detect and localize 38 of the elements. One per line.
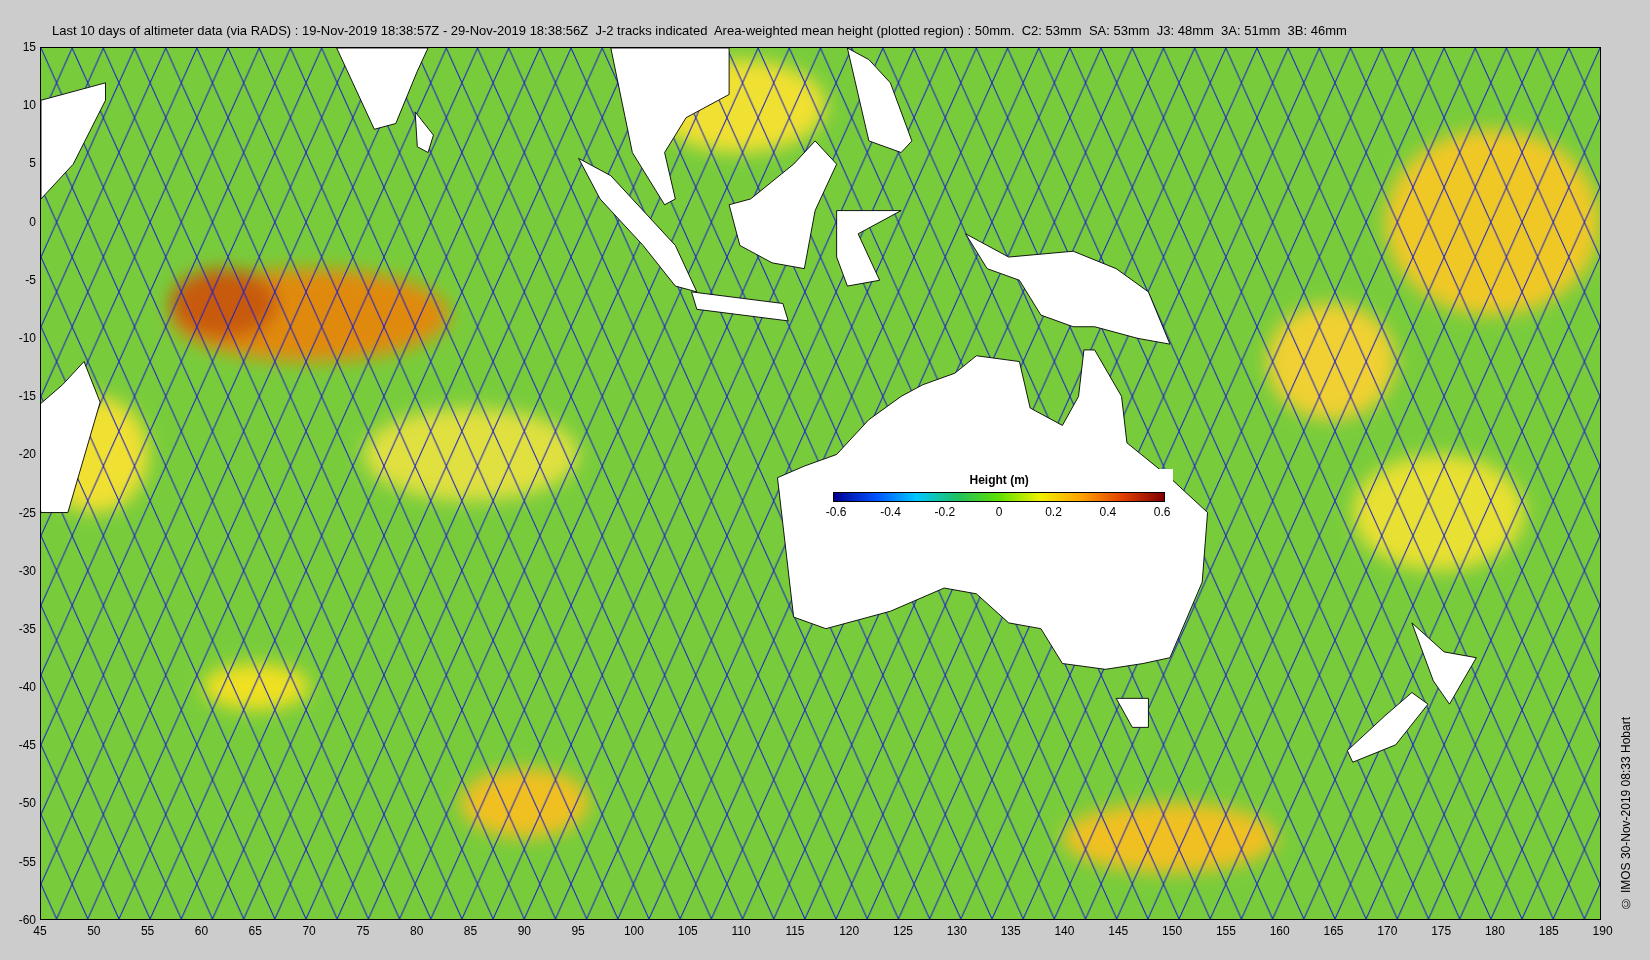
- y-tick-label: 15: [22, 40, 36, 54]
- x-tick-label: 50: [86, 924, 102, 938]
- colorbar-title: Height (m): [969, 472, 1029, 487]
- y-tick-label: -55: [18, 854, 36, 869]
- y-tick-label: 10: [22, 98, 36, 113]
- y-tick-label: -40: [18, 680, 36, 695]
- x-tick-label: 60: [193, 924, 210, 938]
- x-tick-label: 70: [301, 924, 317, 938]
- x-tick-label: 80: [409, 924, 425, 938]
- x-tick-label: 45: [32, 924, 48, 938]
- x-tick-label: 95: [570, 924, 586, 938]
- y-tick-label: -25: [18, 505, 36, 520]
- y-tick-label: 5: [29, 156, 36, 171]
- x-tick-label: 65: [247, 924, 263, 938]
- x-tick-label: 85: [462, 924, 479, 938]
- y-tick-label: -30: [18, 563, 36, 578]
- credit-text: © IMOS 30-Nov-2019 08:33 Hobart: [1618, 716, 1633, 910]
- colorbar-tick-label: 0.2: [1044, 504, 1063, 519]
- y-tick-label: -15: [18, 389, 36, 404]
- y-tick-label: -5: [25, 272, 36, 287]
- y-tick-label: -60: [18, 912, 36, 927]
- figure-title: Last 10 days of altimeter data (via RADS) : 19-Nov-2019 18:38:57Z - 29-Nov-2019 18:38:56Z J-2 tracks indicated Area-weighted mean height (plotted region) : 50mm. C2: 53mm SA: 53mm J3: 48mm 3A: 51mm 3B: 46mm: [52, 23, 1347, 38]
- colorbar-tick-label: -0.6: [825, 504, 848, 519]
- colorbar-tick-label: 0.6: [1152, 504, 1172, 519]
- colorbar-tick-label: -0.4: [879, 504, 902, 519]
- x-tick-label: 55: [139, 924, 156, 938]
- y-tick-label: -50: [18, 796, 36, 811]
- y-tick-label: -35: [18, 621, 36, 636]
- x-tick-label: 75: [355, 924, 371, 938]
- colorbar-tick-label: -0.2: [933, 504, 956, 519]
- y-tick-label: -20: [18, 447, 36, 462]
- y-tick-label: -10: [18, 330, 36, 345]
- colorbar-tick-label: 0.4: [1098, 504, 1118, 519]
- y-tick-label: 0: [29, 214, 36, 229]
- colorbar-tick-label: 0: [994, 504, 1004, 519]
- y-tick-label: -45: [18, 738, 36, 753]
- x-tick-label: 90: [516, 924, 532, 938]
- x-tick-label: 115: [785, 924, 802, 938]
